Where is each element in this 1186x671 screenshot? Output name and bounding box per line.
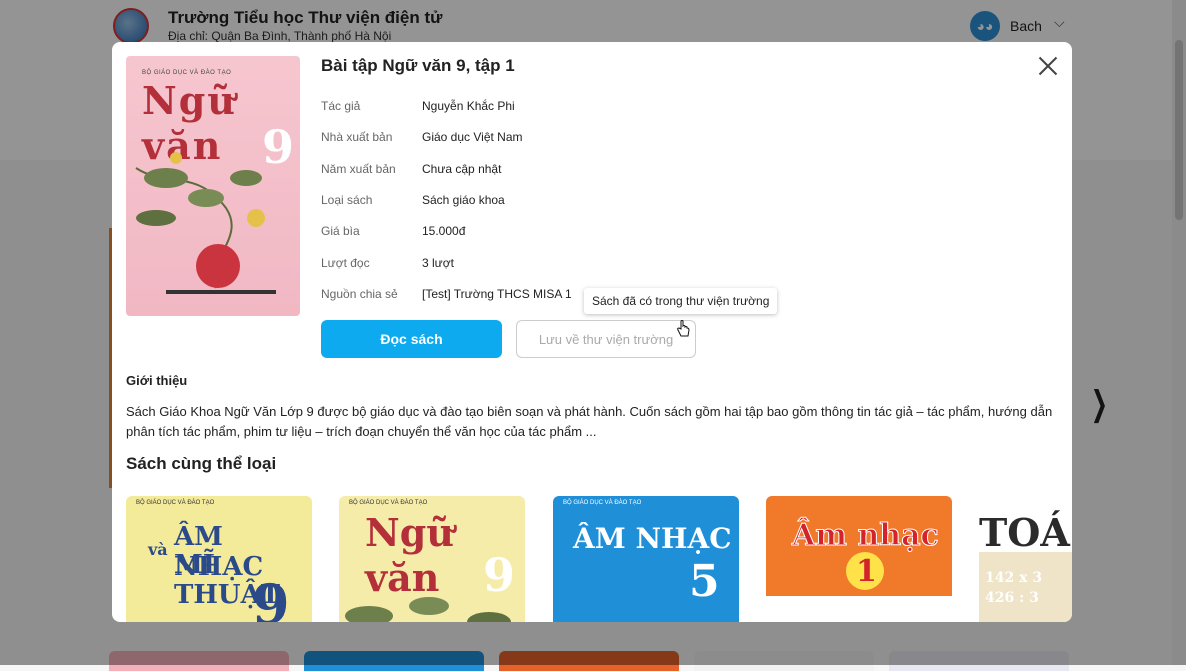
info-label: Nguồn chia sẻ	[321, 287, 398, 301]
info-value: Nguyễn Khắc Phi	[422, 99, 515, 113]
related-book-card[interactable]: BỘ GIÁO DỤC VÀ ĐÀO TẠO Ngữ văn 9	[339, 496, 525, 622]
info-value: Giáo dục Việt Nam	[422, 130, 523, 144]
info-value: Sách giáo khoa	[422, 193, 505, 207]
card-number: 426 : 3	[985, 590, 1039, 606]
card-subtitle: 142 x 3	[985, 570, 1043, 586]
book-title: Bài tập Ngữ văn 9, tập 1	[321, 56, 515, 75]
save-to-library-button[interactable]: Lưu về thư viện trường	[516, 320, 696, 358]
book-cover: BỘ GIÁO DỤC VÀ ĐÀO TẠO Ngữ văn 9	[126, 56, 300, 316]
info-value: Chưa cập nhật	[422, 162, 502, 176]
info-value: 15.000đ	[422, 224, 466, 238]
cover-publisher: BỘ GIÁO DỤC VÀ ĐÀO TẠO	[142, 70, 232, 76]
info-label: Năm xuất bản	[321, 162, 396, 176]
info-label: Tác giả	[321, 99, 361, 113]
read-book-button[interactable]: Đọc sách	[321, 320, 502, 358]
info-label: Lượt đọc	[321, 256, 370, 270]
card-publisher: BỘ GIÁO DỤC VÀ ĐÀO TẠO	[349, 500, 428, 506]
card-illustration-icon	[345, 597, 511, 622]
related-book-card[interactable]: TOÁ 142 x 3 426 : 3	[979, 496, 1072, 622]
related-book-card[interactable]: BỘ GIÁO DỤC VÀ ĐÀO TẠO ÂM NHẠC 5	[553, 496, 739, 622]
info-label: Loại sách	[321, 193, 373, 207]
card-title: ÂM NHẠC	[573, 522, 732, 555]
hand-cursor-icon	[677, 320, 690, 337]
cover-illustration-icon	[135, 152, 276, 294]
card-title-prefix: và	[148, 540, 168, 559]
card-publisher: BỘ GIÁO DỤC VÀ ĐÀO TẠO	[136, 500, 215, 506]
card-number: 9	[252, 572, 290, 622]
card-publisher: BỘ GIÁO DỤC VÀ ĐÀO TẠO	[563, 500, 642, 506]
related-books-heading: Sách cùng thể loại	[126, 454, 277, 473]
info-value: [Test] Trường THCS MISA 1	[422, 287, 572, 301]
info-label: Nhà xuất bản	[321, 130, 393, 144]
intro-heading: Giới thiệu	[126, 373, 188, 388]
save-tooltip: Sách đã có trong thư viện trường	[584, 288, 778, 314]
intro-text: Sách Giáo Khoa Ngữ Văn Lớp 9 được bộ giá…	[126, 404, 1053, 439]
card-title: TOÁ	[979, 510, 1070, 555]
card-number: 1	[856, 554, 877, 589]
info-value: 3 lượt	[422, 256, 454, 270]
info-label: Giá bìa	[321, 224, 360, 238]
card-subtitle: MĨ THUẬT	[174, 550, 281, 610]
book-detail-modal: BỘ GIÁO DỤC VÀ ĐÀO TẠO Ngữ văn 9 Bài tập…	[112, 42, 1072, 622]
card-number: 5	[689, 556, 720, 607]
card-title: Âm nhạc	[792, 518, 940, 554]
related-book-card[interactable]: Âm nhạc 1	[766, 496, 952, 622]
card-illustration	[766, 596, 952, 622]
close-icon[interactable]	[1036, 54, 1060, 78]
related-book-card[interactable]: BỘ GIÁO DỤC VÀ ĐÀO TẠO ÂM NHẠC và MĨ THU…	[126, 496, 312, 622]
